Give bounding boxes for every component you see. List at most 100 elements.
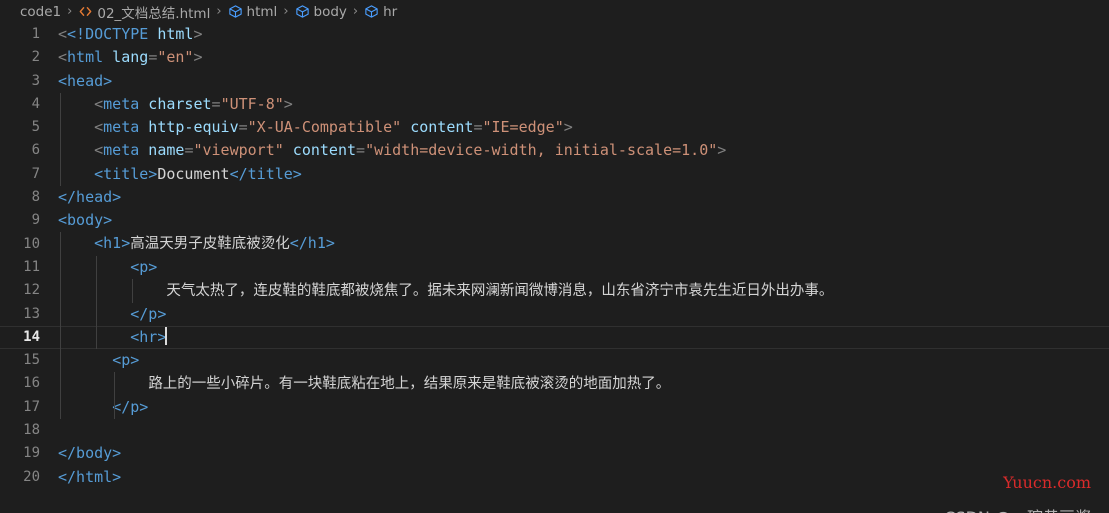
token-string: "UTF-8" [220, 94, 284, 113]
code-editor[interactable]: 1 <<!DOCTYPE html> 2 <html lang="en"> 3 … [0, 23, 1109, 513]
line-content[interactable]: </p> [58, 395, 1109, 420]
breadcrumb: code1 › 02_文档总结.html › html › body › hr [0, 0, 1109, 23]
breadcrumb-separator: › [67, 4, 73, 19]
line-content[interactable]: </head> [58, 186, 1109, 209]
token-punct: > [563, 118, 573, 137]
indent-guide [60, 349, 61, 373]
line-content[interactable]: 天气太热了，连皮鞋的鞋底都被烧焦了。据未来网澜新闻微博消息，山东省济宁市袁先生近… [58, 278, 1109, 304]
line-content[interactable]: <head> [58, 70, 1109, 93]
line-content[interactable]: </html> [58, 466, 1109, 489]
line-content[interactable]: <meta http-equiv="X-UA-Compatible" conte… [58, 116, 1109, 140]
line-number: 4 [31, 95, 40, 112]
token-text: Document [157, 164, 230, 183]
code-line[interactable]: 20 </html> [0, 466, 1109, 489]
line-number-active: 14 [23, 328, 40, 345]
line-number: 2 [31, 49, 40, 66]
symbol-cube-icon [364, 4, 379, 19]
breadcrumb-item-file[interactable]: 02_文档总结.html [78, 2, 210, 22]
line-content[interactable]: <p> [58, 255, 1109, 280]
line-number: 12 [23, 282, 40, 299]
token-tag: <body> [58, 211, 113, 230]
line-content[interactable]: <<!DOCTYPE html> [58, 23, 1109, 46]
indent-guide [60, 92, 61, 117]
token-attr: content [401, 118, 474, 137]
code-line[interactable]: 18 [0, 419, 1109, 442]
line-content[interactable]: <hr> [58, 325, 1109, 350]
line-content[interactable]: <p> [58, 349, 1109, 373]
token-eq: = [238, 118, 248, 137]
breadcrumb-label-html: html [246, 3, 278, 20]
code-line[interactable]: 8 </head> [0, 186, 1109, 209]
code-line[interactable]: 1 <<!DOCTYPE html> [0, 23, 1109, 46]
token-string: "width=device-width, initial-scale=1.0" [365, 141, 718, 160]
token-punct: > [193, 25, 203, 43]
code-line[interactable]: 2 <html lang="en"> [0, 46, 1109, 69]
line-content[interactable]: <meta name="viewport" content="width=dev… [58, 139, 1109, 163]
code-line[interactable]: 9 <body> [0, 209, 1109, 232]
indent-guide [96, 302, 97, 326]
token-string: "viewport" [193, 141, 284, 160]
token-punct: < [94, 118, 104, 137]
token-tag: meta [103, 118, 140, 137]
symbol-cube-icon [295, 4, 310, 19]
token-text: 天气太热了，连皮鞋的鞋底都被烧焦了。据未来网澜新闻微博消息，山东省济宁市袁先生近… [166, 282, 834, 299]
code-line[interactable]: 4 <meta charset="UTF-8"> [0, 92, 1109, 117]
token-tag: <hr> [130, 327, 167, 346]
indent-guide [60, 139, 61, 163]
token-eq: = [356, 141, 366, 160]
line-number: 17 [23, 398, 40, 415]
code-line[interactable]: 15 <p> [0, 349, 1109, 373]
line-number: 20 [23, 468, 40, 485]
code-line[interactable]: 13 </p> [0, 302, 1109, 326]
breadcrumb-item-code1[interactable]: code1 [20, 4, 61, 20]
token-tag: </head> [58, 188, 122, 207]
token-punct: < [58, 25, 68, 43]
token-tag: </p> [130, 304, 167, 323]
line-number: 10 [23, 235, 40, 252]
code-line[interactable]: 17 </p> [0, 395, 1109, 420]
breadcrumb-separator: › [216, 4, 222, 19]
token-punct: > [717, 141, 727, 160]
line-content[interactable]: <html lang="en"> [58, 46, 1109, 69]
breadcrumb-label-body: body [313, 3, 347, 20]
token-doctype: <!DOCTYPE [67, 25, 149, 43]
token-eq: = [148, 48, 158, 67]
token-tag: <title> [94, 164, 158, 183]
token-text: 路上的一些小碎片。有一块鞋底粘在地上，结果原来是鞋底被滚烫的地面加热了。 [148, 375, 671, 392]
code-line[interactable]: 6 <meta name="viewport" content="width=d… [0, 139, 1109, 163]
code-line[interactable]: 10 <h1>高温天男子皮鞋底被烫化</h1> [0, 232, 1109, 257]
breadcrumb-item-html[interactable]: html [228, 3, 278, 20]
breadcrumb-item-hr[interactable]: hr [364, 4, 397, 20]
token-punct: > [193, 48, 203, 67]
token-punct: < [94, 94, 104, 113]
line-number: 1 [31, 26, 40, 42]
indent-guide [132, 278, 133, 304]
code-line[interactable]: 11 <p> [0, 255, 1109, 280]
token-string: "X-UA-Compatible" [247, 118, 402, 137]
token-text: 高温天男子皮鞋底被烫化 [130, 236, 290, 253]
line-content[interactable]: 路上的一些小碎片。有一块鞋底粘在地上，结果原来是鞋底被滚烫的地面加热了。 [58, 371, 1109, 397]
token-tag: </p> [112, 397, 149, 416]
line-content[interactable]: </p> [58, 302, 1109, 326]
code-line[interactable]: 12 天气太热了，连皮鞋的鞋底都被烧焦了。据未来网澜新闻微博消息，山东省济宁市袁… [0, 278, 1109, 304]
token-attr: http-equiv [139, 118, 239, 137]
indent-guide [60, 325, 61, 350]
code-line[interactable]: 7 <title>Document</title> [0, 162, 1109, 187]
breadcrumb-item-body[interactable]: body [295, 4, 347, 20]
code-line[interactable]: 16 路上的一些小碎片。有一块鞋底粘在地上，结果原来是鞋底被滚烫的地面加热了。 [0, 371, 1109, 397]
line-content[interactable]: <body> [58, 209, 1109, 232]
breadcrumb-label-code1: code1 [20, 3, 62, 20]
indent-guide [60, 395, 61, 420]
token-attr: content [283, 141, 357, 160]
token-punct: > [283, 94, 293, 113]
token-tag: meta [103, 94, 140, 113]
code-line[interactable]: 19 </body> [0, 442, 1109, 465]
line-content[interactable]: <title>Document</title> [58, 162, 1109, 187]
code-line[interactable]: 3 <head> [0, 70, 1109, 93]
line-content[interactable]: <meta charset="UTF-8"> [58, 92, 1109, 117]
breadcrumb-label-file: 02_文档总结.html [97, 5, 211, 22]
line-content[interactable]: </body> [58, 442, 1109, 465]
code-line[interactable]: 5 <meta http-equiv="X-UA-Compatible" con… [0, 116, 1109, 140]
line-content[interactable]: <h1>高温天男子皮鞋底被烫化</h1> [58, 232, 1109, 257]
code-line-active[interactable]: 14 <hr> [0, 325, 1109, 350]
